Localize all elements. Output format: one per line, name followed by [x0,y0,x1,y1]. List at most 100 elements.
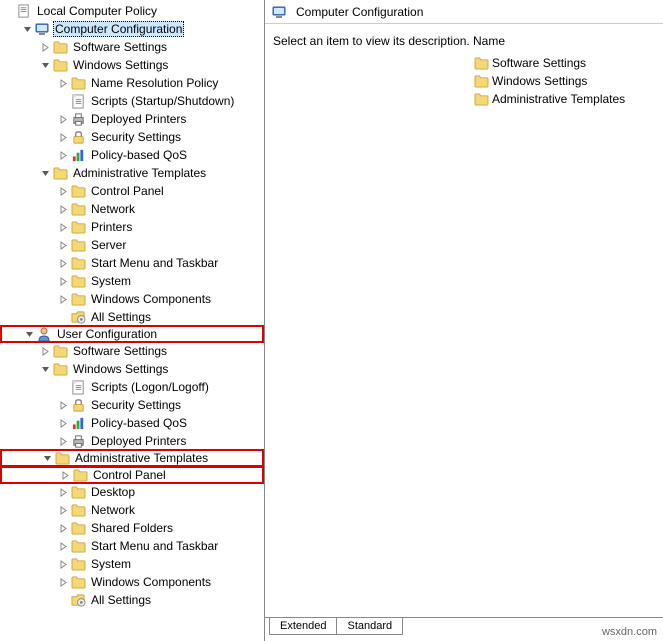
tree-node-label: System [89,274,133,288]
chevron-right-icon[interactable] [56,259,70,268]
chevron-down-icon[interactable] [40,454,54,463]
script-icon [70,93,86,109]
tree-node-windows-settings[interactable]: Windows Settings [0,360,264,378]
tree-node-label: Security Settings [89,130,183,144]
chevron-right-icon[interactable] [56,542,70,551]
chevron-right-icon[interactable] [56,151,70,160]
tree-node-label: Software Settings [71,40,169,54]
tab-extended[interactable]: Extended [269,618,337,635]
tree-node-name-resolution-policy[interactable]: Name Resolution Policy [0,74,264,92]
chevron-right-icon[interactable] [56,79,70,88]
tree-node-start-menu-and-taskbar[interactable]: Start Menu and Taskbar [0,254,264,272]
chevron-right-icon[interactable] [56,506,70,515]
folder-icon [52,57,68,73]
tree-node-label: Windows Components [89,292,213,306]
tree-node-windows-settings[interactable]: Windows Settings [0,56,264,74]
chevron-right-icon[interactable] [56,437,70,446]
tree-node-deployed-printers[interactable]: Deployed Printers [0,432,264,450]
tree-node-windows-components[interactable]: Windows Components [0,290,264,308]
folder-icon [70,201,86,217]
tree-node-label: Desktop [89,485,137,499]
tree-node-start-menu-and-taskbar[interactable]: Start Menu and Taskbar [0,537,264,555]
tree-node-server[interactable]: Server [0,236,264,254]
chevron-down-icon[interactable] [38,169,52,178]
tree-node-label: Administrative Templates [73,451,210,465]
tree-node-windows-components[interactable]: Windows Components [0,573,264,591]
security-icon [70,129,86,145]
chevron-down-icon[interactable] [38,61,52,70]
chevron-right-icon[interactable] [56,419,70,428]
tree-node-policy-based-qos[interactable]: Policy-based QoS [0,414,264,432]
chevron-right-icon[interactable] [56,115,70,124]
tree-node-policy-based-qos[interactable]: Policy-based QoS [0,146,264,164]
tree-node-label: Deployed Printers [89,112,188,126]
tree-node-system[interactable]: System [0,272,264,290]
user-icon [36,326,52,342]
chevron-right-icon[interactable] [56,295,70,304]
details-item-administrative-templates[interactable]: Administrative Templates [473,90,655,108]
tree-node-network[interactable]: Network [0,501,264,519]
tree-node-computer-configuration[interactable]: Computer Configuration [0,20,264,38]
chevron-right-icon[interactable] [56,401,70,410]
folder-icon [70,484,86,500]
tree-node-label: Policy-based QoS [89,148,189,162]
details-pane: Computer Configuration Select an item to… [265,0,663,641]
tree-node-scripts-startup-shutdown-[interactable]: Scripts (Startup/Shutdown) [0,92,264,110]
folder-icon [70,237,86,253]
chevron-right-icon[interactable] [56,488,70,497]
chevron-right-icon[interactable] [56,578,70,587]
chevron-down-icon[interactable] [22,330,36,339]
security-icon [70,397,86,413]
tree-node-user-configuration[interactable]: User Configuration [0,325,264,343]
details-item-label: Software Settings [492,56,586,70]
chevron-right-icon[interactable] [56,187,70,196]
tree-node-system[interactable]: System [0,555,264,573]
chevron-right-icon[interactable] [56,524,70,533]
tree-node-label: Scripts (Logon/Logoff) [89,380,211,394]
tree-node-local-computer-policy[interactable]: Local Computer Policy [0,2,264,20]
chevron-right-icon[interactable] [56,223,70,232]
chevron-down-icon[interactable] [38,365,52,374]
tree-node-label: Windows Settings [71,58,170,72]
chevron-right-icon[interactable] [56,133,70,142]
details-item-software-settings[interactable]: Software Settings [473,54,655,72]
folder-icon [70,75,86,91]
tree-node-control-panel[interactable]: Control Panel [0,466,264,484]
tree-node-printers[interactable]: Printers [0,218,264,236]
chevron-down-icon[interactable] [20,25,34,34]
tree-node-label: Control Panel [89,184,166,198]
folder-icon [473,55,489,71]
folder-icon [70,183,86,199]
tree-node-security-settings[interactable]: Security Settings [0,396,264,414]
details-item-windows-settings[interactable]: Windows Settings [473,72,655,90]
tree-node-software-settings[interactable]: Software Settings [0,38,264,56]
chevron-right-icon[interactable] [56,277,70,286]
printer-icon [70,111,86,127]
tree-node-all-settings[interactable]: All Settings [0,591,264,609]
details-title: Computer Configuration [296,5,423,19]
tab-standard[interactable]: Standard [336,618,403,635]
chevron-right-icon[interactable] [56,205,70,214]
tree-node-control-panel[interactable]: Control Panel [0,182,264,200]
tree[interactable]: Local Computer PolicyComputer Configurat… [0,2,264,609]
tree-node-all-settings[interactable]: All Settings [0,308,264,326]
chevron-right-icon[interactable] [38,43,52,52]
chevron-right-icon[interactable] [56,241,70,250]
printer-icon [70,433,86,449]
tree-node-shared-folders[interactable]: Shared Folders [0,519,264,537]
tree-node-desktop[interactable]: Desktop [0,483,264,501]
tree-node-software-settings[interactable]: Software Settings [0,342,264,360]
chevron-right-icon[interactable] [38,347,52,356]
chevron-right-icon[interactable] [58,471,72,480]
tree-node-network[interactable]: Network [0,200,264,218]
tree-node-scripts-logon-logoff-[interactable]: Scripts (Logon/Logoff) [0,378,264,396]
chevron-right-icon[interactable] [56,560,70,569]
tree-node-administrative-templates[interactable]: Administrative Templates [0,164,264,182]
tree-node-security-settings[interactable]: Security Settings [0,128,264,146]
tree-node-deployed-printers[interactable]: Deployed Printers [0,110,264,128]
folder-icon [52,343,68,359]
tree-node-administrative-templates[interactable]: Administrative Templates [0,449,264,467]
folder-icon [473,73,489,89]
watermark: wsxdn.com [602,626,657,638]
tree-node-label: Start Menu and Taskbar [89,256,220,270]
